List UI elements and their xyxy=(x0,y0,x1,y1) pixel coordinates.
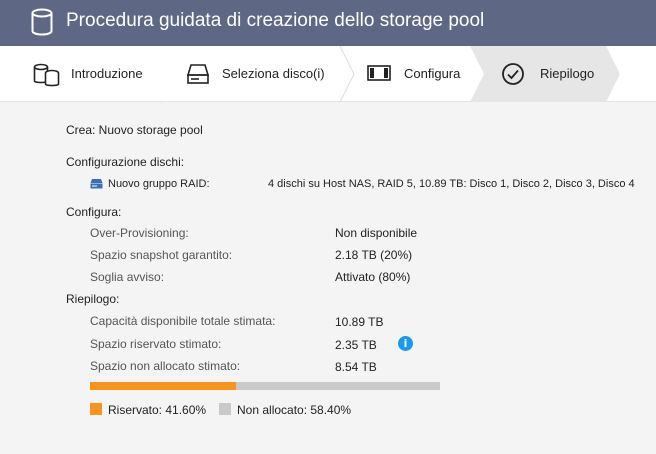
disk-config-heading: Configurazione dischi: xyxy=(66,155,185,169)
total-capacity-label: Capacità disponibile totale stimata: xyxy=(90,314,276,328)
total-capacity-value: 10.89 TB xyxy=(335,315,384,329)
summary-panel: Crea: Nuovo storage pool Configurazione … xyxy=(0,103,656,454)
unallocated-space-label: Spazio non allocato stimato: xyxy=(90,359,241,373)
raid-group-value: 4 dischi su Host NAS, RAID 5, 10.89 TB: … xyxy=(268,178,635,190)
info-icon[interactable]: i xyxy=(398,336,413,351)
over-provisioning-label: Over-Provisioning: xyxy=(90,226,189,240)
alert-threshold-value: Attivato (80%) xyxy=(335,270,411,284)
database-icon xyxy=(31,8,53,36)
raid-group-icon xyxy=(90,179,103,189)
step-label: Seleziona disco(i) xyxy=(222,66,325,81)
reserved-legend-swatch xyxy=(90,403,102,415)
step-riepilogo[interactable]: Riepilogo xyxy=(470,46,656,102)
alert-threshold-label: Soglia avviso: xyxy=(90,270,165,284)
wizard-steps: Introduzione Seleziona disco(i) Configur… xyxy=(0,46,656,102)
unallocated-legend-label: Non allocato: 58.40% xyxy=(237,403,352,417)
step-label: Introduzione xyxy=(71,66,143,81)
step-label: Riepilogo xyxy=(540,66,595,81)
snapshot-space-label: Spazio snapshot garantito: xyxy=(90,248,233,262)
reserved-space-value: 2.35 TB xyxy=(335,338,377,352)
step-configura[interactable]: Configura xyxy=(350,46,470,102)
reserved-legend-label: Riservato: 41.60% xyxy=(108,403,207,417)
recap-heading: Riepilogo: xyxy=(66,292,120,306)
check-circle-icon xyxy=(502,63,524,85)
title-bar: Procedura guidata di creazione dello sto… xyxy=(0,0,656,46)
capacity-bar xyxy=(90,382,440,390)
step-introduzione[interactable]: Introduzione xyxy=(0,46,170,102)
snapshot-space-value: 2.18 TB (20%) xyxy=(335,248,413,262)
step-seleziona-disco[interactable]: Seleziona disco(i) xyxy=(170,46,350,102)
wizard-title: Procedura guidata di creazione dello sto… xyxy=(66,10,485,31)
storage-block-icon xyxy=(367,65,391,81)
over-provisioning-value: Non disponibile xyxy=(335,226,418,240)
unallocated-space-value: 8.54 TB xyxy=(335,360,377,374)
step-label: Configura xyxy=(404,66,461,81)
unallocated-legend-swatch xyxy=(219,403,231,415)
create-line: Crea: Nuovo storage pool xyxy=(66,123,203,137)
raid-group-label: Nuovo gruppo RAID: xyxy=(108,178,210,190)
disks-icon xyxy=(33,63,60,87)
reserved-bar-fill xyxy=(90,382,236,390)
disk-drive-icon xyxy=(186,64,210,84)
configure-heading: Configura: xyxy=(66,205,122,219)
reserved-space-label: Spazio riservato stimato: xyxy=(90,337,222,351)
